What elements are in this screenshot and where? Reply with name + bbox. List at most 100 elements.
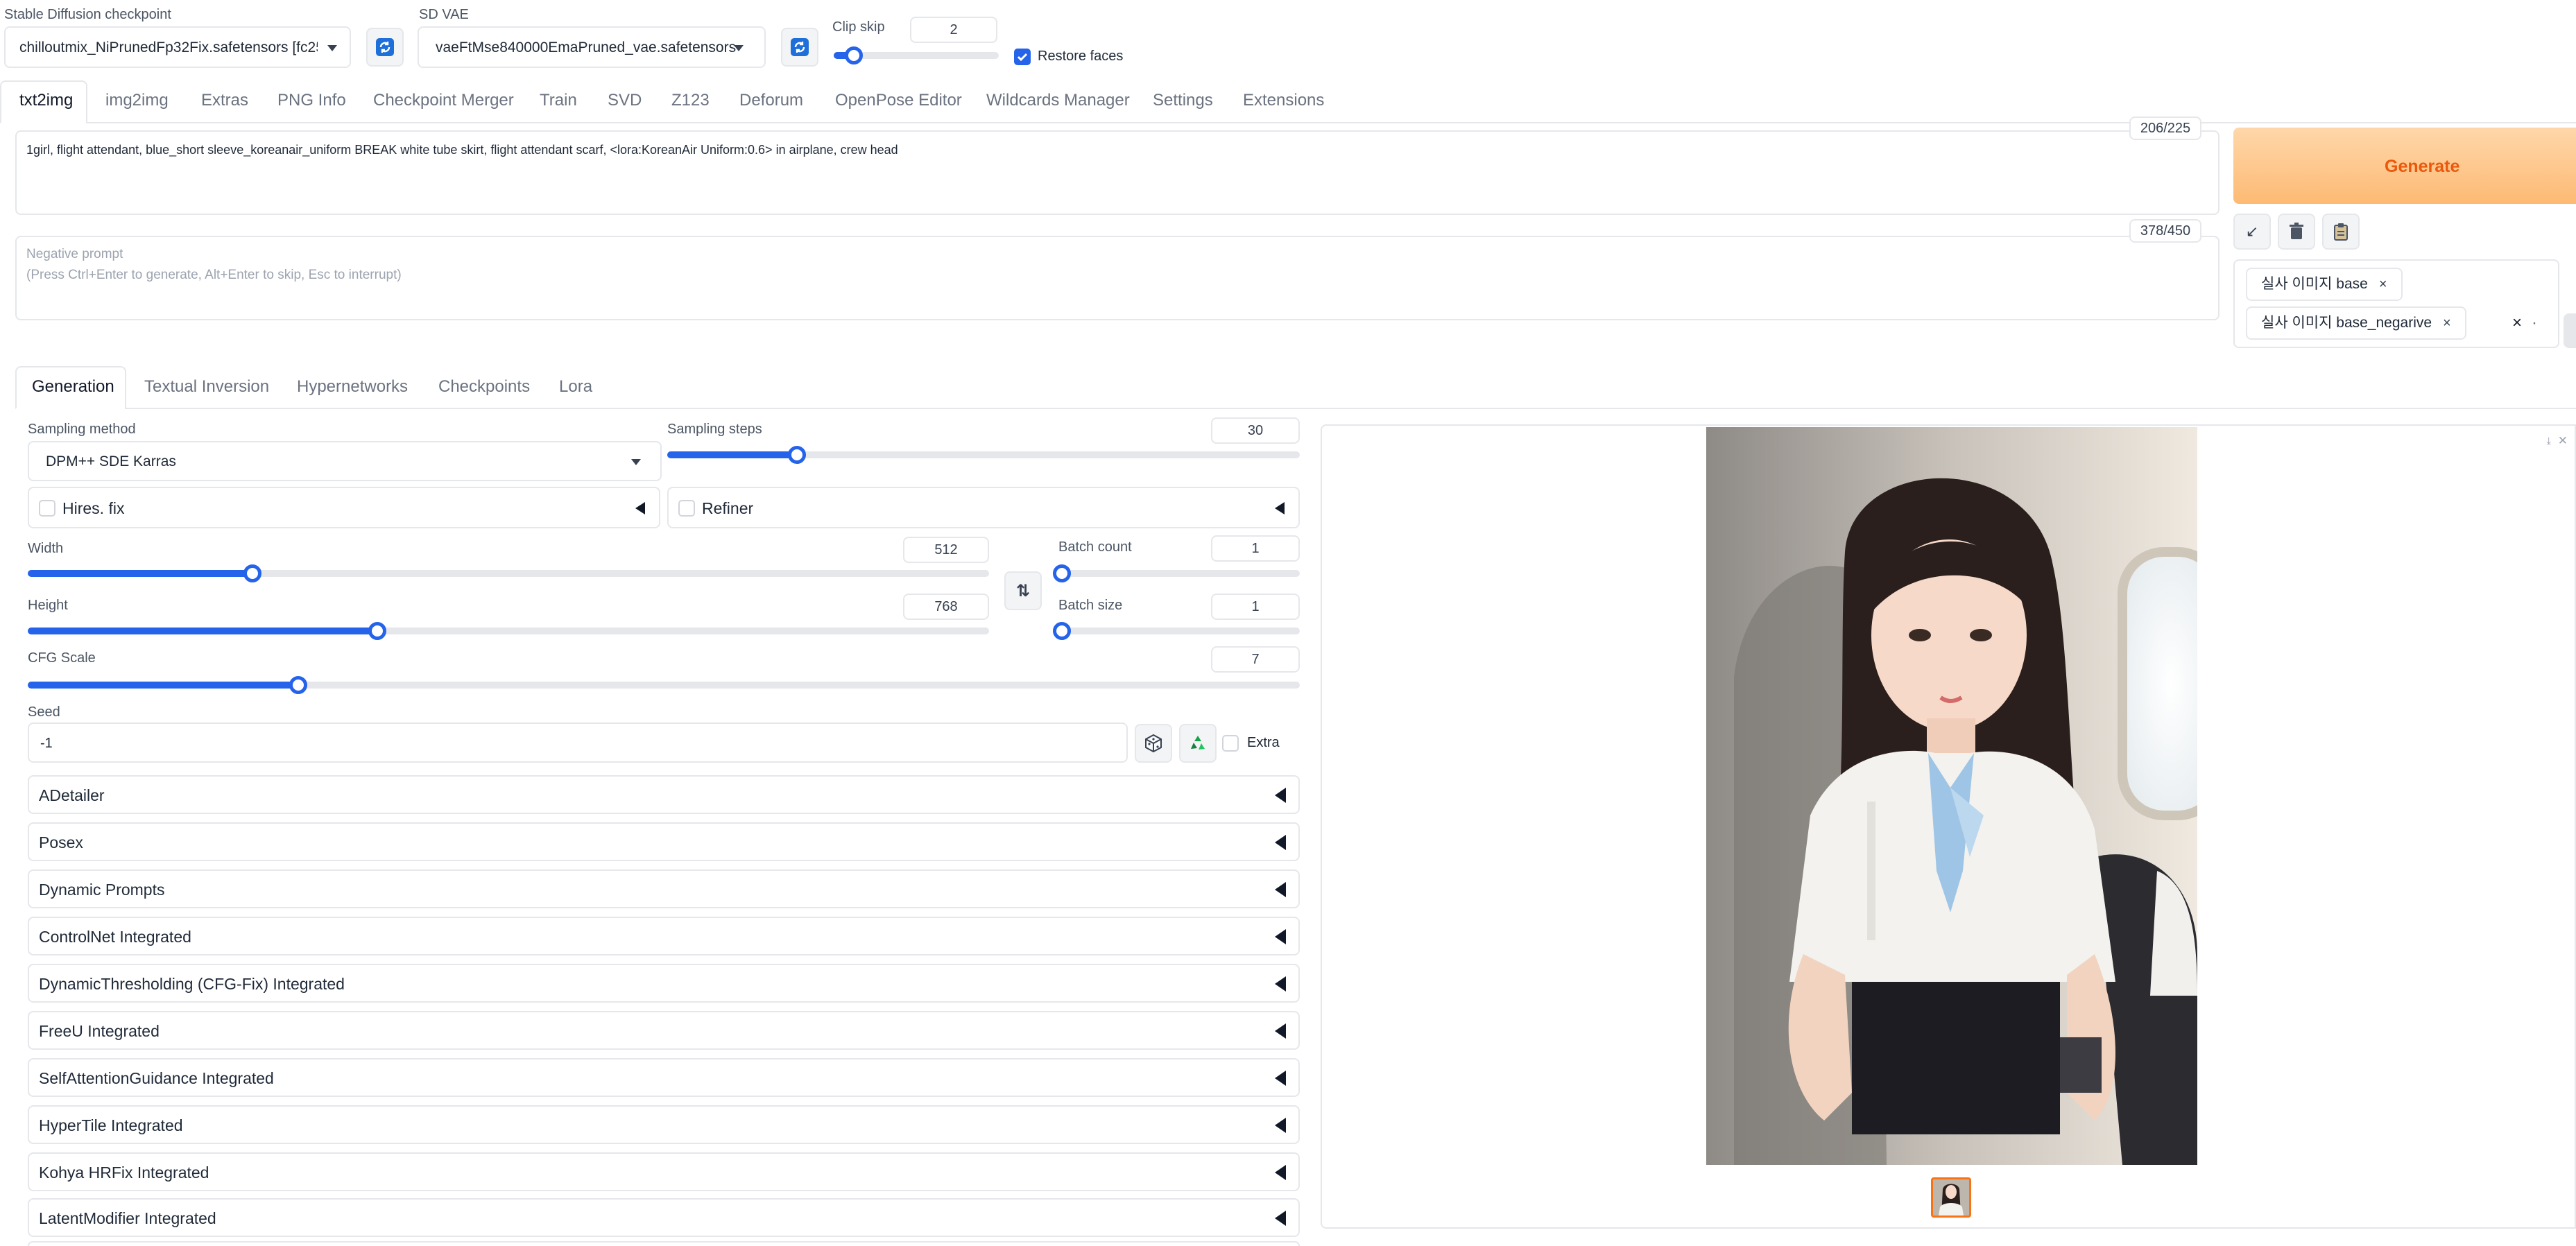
batch-size-input[interactable]: 1 [1211,594,1300,620]
negative-placeholder-1: Negative prompt [26,247,123,261]
download-icon[interactable]: ⤓ [2546,435,2551,447]
slider-thumb[interactable] [1053,564,1071,582]
close-icon[interactable]: ✕ [2558,434,2568,448]
tab-z123[interactable]: Z123 [671,91,710,110]
clear-prompt-button[interactable] [2278,214,2315,250]
slider-thumb[interactable] [243,564,261,582]
accordion-self-attention-guidance[interactable]: SelfAttentionGuidance Integrated [28,1058,1300,1097]
refresh-vae-button[interactable] [781,28,818,67]
accordion-kohya-hrfix[interactable]: Kohya HRFix Integrated [28,1152,1300,1191]
tab-generation[interactable]: Generation [32,377,114,397]
accordion-dynamic-prompts[interactable]: Dynamic Prompts [28,869,1300,908]
tab-svd[interactable]: SVD [608,91,642,110]
clear-styles-icon[interactable]: × [2512,313,2522,333]
collapse-arrow-icon [1275,835,1286,850]
style-chip-base: 실사 이미지 base × [2246,268,2403,301]
accordion-dynamic-thresholding[interactable]: DynamicThresholding (CFG-Fix) Integrated [28,964,1300,1003]
checkpoint-select[interactable]: chilloutmix_NiPrunedFp32Fix.safetensors … [4,26,351,68]
tab-hypernetworks[interactable]: Hypernetworks [297,377,408,397]
restore-faces-checkbox[interactable] [1014,49,1031,65]
accordion-posex[interactable]: Posex [28,822,1300,861]
tab-img2img[interactable]: img2img [105,91,169,110]
accordion-latent-modifier[interactable]: LatentModifier Integrated [28,1198,1300,1237]
slider-thumb[interactable] [289,676,308,694]
prompt-textarea[interactable]: 1girl, flight attendant, blue_short slee… [15,130,2219,215]
tab-extensions[interactable]: Extensions [1243,91,1324,110]
sampling-steps-input[interactable]: 30 [1211,417,1300,444]
seed-value: -1 [40,736,53,751]
clip-skip-input[interactable]: 2 [910,17,997,43]
accordion-title: LatentModifier Integrated [39,1209,216,1227]
styles-multiselect[interactable]: 실사 이미지 base × 실사 이미지 base_negarive × × · [2233,259,2559,348]
height-slider[interactable] [28,622,989,640]
accordion-title: SelfAttentionGuidance Integrated [39,1069,274,1087]
batch-count-input[interactable]: 1 [1211,535,1300,562]
collapse-arrow-icon [1275,1211,1286,1226]
style-chip-label: 실사 이미지 base_negarive [2261,315,2432,331]
accordion-controlnet[interactable]: ControlNet Integrated [28,917,1300,955]
generate-button[interactable]: Generate [2233,128,2576,204]
cfg-scale-slider[interactable] [28,676,1300,694]
collapse-arrow-icon [1275,1118,1286,1133]
hires-fix-checkbox[interactable] [39,500,55,517]
slider-thumb[interactable] [1053,622,1071,640]
collapse-arrow-icon [1275,788,1286,803]
width-input[interactable]: 512 [903,537,989,563]
reuse-seed-button[interactable] [1179,724,1217,763]
generate-label: Generate [2385,157,2460,176]
vae-label: SD VAE [419,7,469,22]
apply-style-button[interactable] [2322,214,2360,250]
tab-openpose-editor[interactable]: OpenPose Editor [835,91,962,110]
read-params-button[interactable]: ↙ [2233,214,2271,250]
tab-checkpoints[interactable]: Checkpoints [438,377,530,397]
tab-png-info[interactable]: PNG Info [277,91,346,110]
accordion-freeu[interactable]: FreeU Integrated [28,1011,1300,1050]
slider-thumb[interactable] [844,46,863,64]
negative-placeholder-2: (Press Ctrl+Enter to generate, Alt+Enter… [26,268,402,282]
refiner-checkbox[interactable] [678,500,695,517]
vae-select[interactable]: vaeFtMse840000EmaPruned_vae.safetensors [418,26,766,68]
generated-image[interactable] [1706,427,2197,1165]
tab-extras[interactable]: Extras [201,91,248,110]
slider-thumb[interactable] [368,622,386,640]
tab-checkpoint-merger[interactable]: Checkpoint Merger [373,91,514,110]
close-icon[interactable]: × [2443,315,2451,331]
refiner-accordion[interactable]: Refiner [667,487,1300,528]
tab-deforum[interactable]: Deforum [739,91,803,110]
batch-size-slider[interactable] [1053,622,1300,640]
height-input[interactable]: 768 [903,594,989,620]
slider-thumb[interactable] [788,446,807,464]
accordion-adetailer[interactable]: ADetailer [28,775,1300,814]
sampling-method-value: DPM++ SDE Karras [46,453,176,469]
close-icon[interactable]: × [2379,277,2387,292]
tab-textual-inversion[interactable]: Textual Inversion [144,377,269,397]
tab-txt2img[interactable]: txt2img [19,91,73,110]
accordion-hypertile[interactable]: HyperTile Integrated [28,1105,1300,1144]
dropdown-icon[interactable]: · [2532,313,2537,333]
seed-input[interactable]: -1 [28,722,1128,763]
batch-count-slider[interactable] [1053,564,1300,582]
width-slider[interactable] [28,564,989,582]
extra-networks-button[interactable] [2564,313,2576,348]
gallery-thumbnail[interactable] [1931,1177,1971,1218]
swap-dimensions-button[interactable]: ⇅ [1004,571,1042,610]
slider-fill [28,682,295,689]
extra-seed-checkbox[interactable] [1222,735,1239,752]
sampling-method-select[interactable]: DPM++ SDE Karras [28,441,662,481]
width-label: Width [28,541,64,556]
collapse-arrow-icon [1275,1071,1286,1086]
accordion-title: Kohya HRFix Integrated [39,1163,209,1182]
hires-fix-accordion[interactable]: Hires. fix [28,487,660,528]
random-seed-button[interactable] [1135,724,1172,763]
tab-lora[interactable]: Lora [559,377,592,397]
sampling-steps-slider[interactable] [667,446,1300,464]
vae-value: vaeFtMse840000EmaPruned_vae.safetensors [436,40,737,55]
cfg-scale-input[interactable]: 7 [1211,646,1300,673]
tab-settings[interactable]: Settings [1153,91,1213,110]
refresh-checkpoint-button[interactable] [366,28,404,67]
tab-wildcards-manager[interactable]: Wildcards Manager [986,91,1130,110]
clip-skip-slider[interactable] [834,46,999,64]
negative-prompt-textarea[interactable]: Negative prompt (Press Ctrl+Enter to gen… [15,236,2219,320]
tab-train[interactable]: Train [540,91,577,110]
accordion-title: HyperTile Integrated [39,1116,183,1134]
